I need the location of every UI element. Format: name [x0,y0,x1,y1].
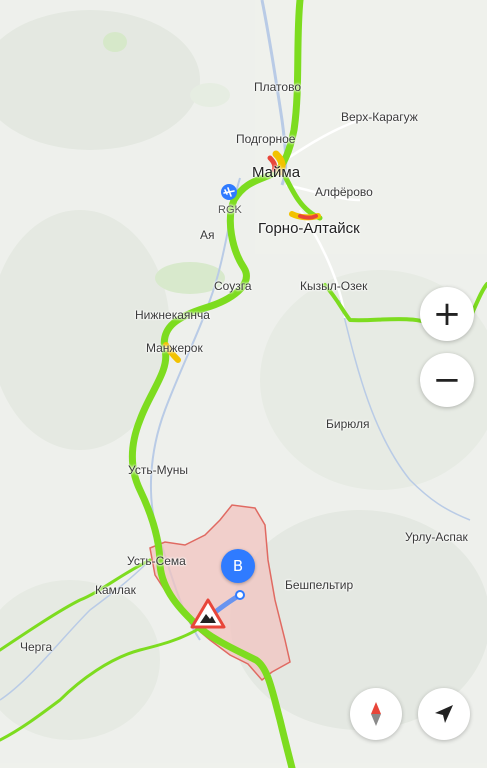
navigation-arrow-icon [435,705,453,723]
compass-icon [371,702,381,726]
place-label-nizhnekayancha: Нижнекаянча [135,308,210,322]
place-label-kyzyl-ozek: Кызыл-Озек [300,279,368,293]
place-label-aya: Ая [200,228,215,242]
place-label-kamlak: Камлак [95,583,136,597]
airplane-icon[interactable] [221,184,237,200]
place-label-alferovo: Алфёрово [315,185,373,199]
compass-button[interactable] [350,688,402,740]
place-label-rgk: RGK [218,204,242,216]
place-label-biryulya: Бирюля [326,417,370,431]
place-label-manzherok: Манжерок [146,341,203,355]
place-label-ust-muny: Усть-Муны [128,463,188,477]
place-label-beshpeltir: Бешпельтир [285,578,354,592]
zoom-in-button[interactable]: + [420,287,474,341]
route-endpoint [235,590,245,600]
place-label-souzga: Соузга [214,279,252,293]
zoom-out-button[interactable]: − [420,353,474,407]
my-location-button[interactable] [418,688,470,740]
place-label-gorno-altaysk: Горно-Алтайск [258,220,360,237]
place-label-cherga: Черга [20,640,53,654]
place-label-podgornoe: Подгорное [236,132,296,146]
place-label-verkh-karaguzh: Верх-Карагуж [341,110,418,124]
place-label-platovo: Платово [254,80,301,94]
destination-marker-b[interactable]: B [221,549,255,583]
place-label-mayma: Майма [252,164,301,181]
place-label-urlu-aspak: Урлу-Аспак [405,530,468,544]
plus-icon: + [432,294,462,334]
minus-icon: − [432,360,462,400]
place-label-ust-sema: Усть-Сема [127,554,186,568]
